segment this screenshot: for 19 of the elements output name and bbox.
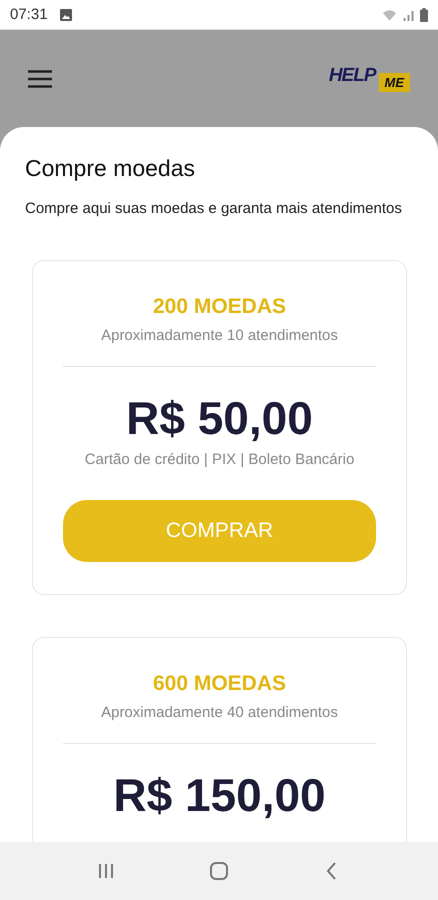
price: R$ 50,00 (126, 391, 313, 445)
image-icon (60, 8, 72, 20)
page-title: Compre moedas (25, 155, 196, 182)
status-time: 07:31 (10, 6, 48, 23)
payment-methods: Cartão de crédito | PIX | Boleto Bancário (84, 451, 354, 468)
signal-icon (401, 8, 416, 20)
logo-text: HELP (328, 65, 376, 87)
battery-icon (420, 8, 428, 22)
service-estimate: Aproximadamente 10 atendimentos (101, 327, 338, 344)
menu-icon[interactable] (28, 70, 52, 88)
coin-amount: 200 MOEDAS (152, 295, 286, 319)
service-estimate: Aproximadamente 40 atendimentos (101, 704, 338, 721)
page-subtitle: Compre aqui suas moedas e garanta mais atendimentos (25, 200, 403, 218)
wifi-icon (382, 8, 397, 20)
buy-button[interactable]: COMPRAR (63, 500, 376, 562)
price: R$ 150,00 (113, 768, 326, 822)
logo-badge: ME (378, 73, 410, 92)
home-icon[interactable] (208, 861, 229, 881)
coin-amount: 600 MOEDAS (152, 672, 286, 696)
